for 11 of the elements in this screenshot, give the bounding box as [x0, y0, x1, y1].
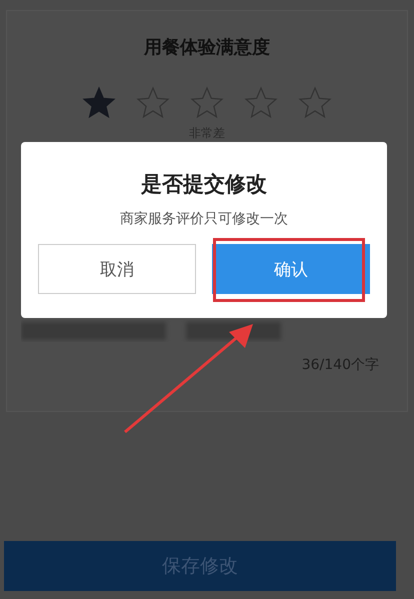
star-icon[interactable] [135, 85, 171, 121]
dialog-message: 商家服务评价只可修改一次 [120, 210, 288, 228]
star-icon[interactable] [297, 85, 333, 121]
star-icon[interactable] [243, 85, 279, 121]
star-rating[interactable] [81, 85, 333, 121]
star-icon[interactable] [189, 85, 225, 121]
star-icon[interactable] [81, 85, 117, 121]
cancel-button[interactable]: 取消 [38, 244, 196, 294]
confirm-button[interactable]: 确认 [212, 244, 370, 294]
dialog-title: 是否提交修改 [141, 171, 267, 198]
rating-title: 用餐体验满意度 [144, 36, 270, 59]
